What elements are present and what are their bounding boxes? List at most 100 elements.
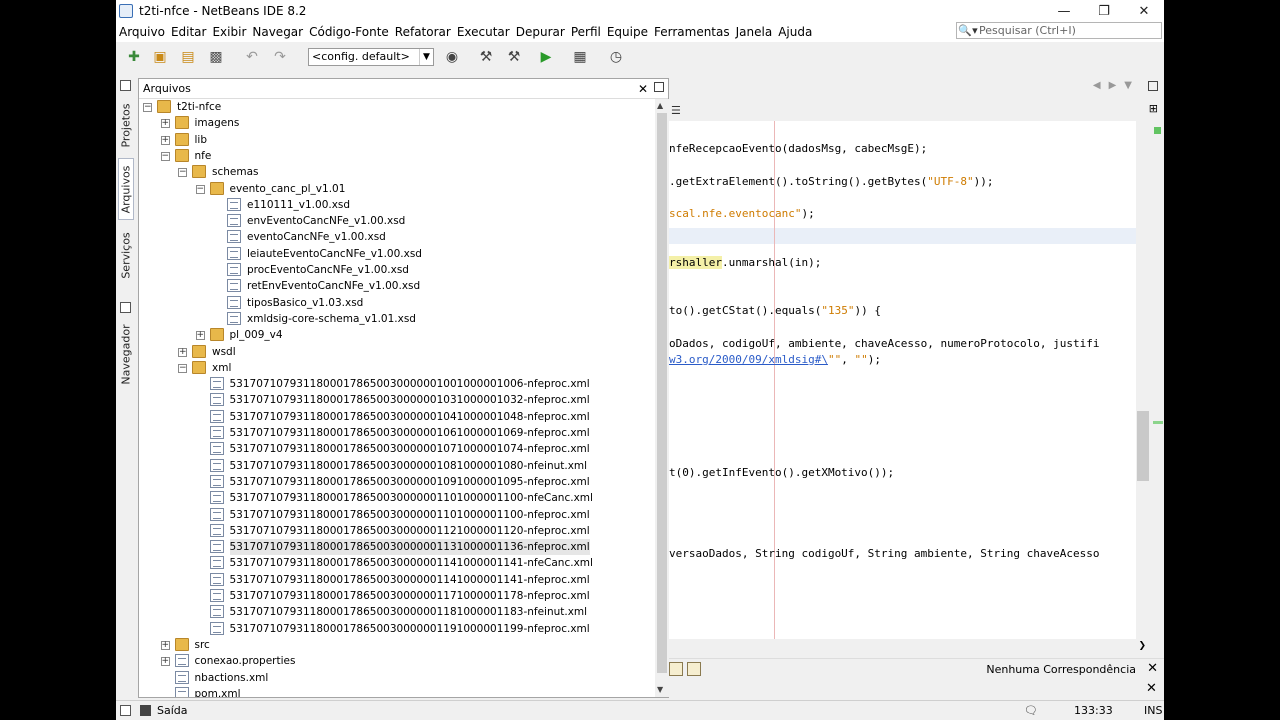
profile-icon[interactable]: ◷ bbox=[606, 47, 626, 67]
tree-file[interactable]: 5317071079311800017865003000000114100000… bbox=[139, 555, 654, 571]
tree-folder[interactable]: + wsdl bbox=[139, 344, 654, 360]
tree-file[interactable]: 5317071079311800017865003000000108100000… bbox=[139, 458, 654, 474]
menu-ajuda[interactable]: Ajuda bbox=[775, 25, 815, 39]
tree-folder[interactable]: + lib bbox=[139, 132, 654, 148]
tree-file[interactable]: 5317071079311800017865003000000117100000… bbox=[139, 588, 654, 604]
save-all-icon[interactable]: ▩ bbox=[206, 47, 226, 67]
editor-scrollbar-thumb[interactable] bbox=[1137, 411, 1149, 481]
clean-build-icon[interactable]: ⚒ bbox=[504, 47, 524, 67]
collapse-icon[interactable]: − bbox=[160, 151, 170, 161]
tree-file[interactable]: 5317071079311800017865003000000119100000… bbox=[139, 621, 654, 637]
tree-folder[interactable]: + imagens bbox=[139, 115, 654, 131]
menu-equipe[interactable]: Equipe bbox=[604, 25, 651, 39]
tree-file[interactable]: 5317071079311800017865003000000118100000… bbox=[139, 604, 654, 620]
code-line[interactable]: to().getCStat().equals("135")) { bbox=[669, 303, 881, 319]
debug-icon[interactable]: ▦ bbox=[570, 47, 590, 67]
tree-file[interactable]: tiposBasico_v1.03.xsd bbox=[139, 295, 654, 311]
tree-file[interactable]: nbactions.xml bbox=[139, 670, 654, 686]
build-hammer-icon[interactable]: ⚒ bbox=[476, 47, 496, 67]
menu-janela[interactable]: Janela bbox=[733, 25, 776, 39]
close-button[interactable]: ✕ bbox=[1124, 0, 1164, 22]
menu-arquivo[interactable]: Arquivo bbox=[116, 25, 168, 39]
code-line[interactable]: w3.org/2000/09/xmldsig#\"", ""); bbox=[669, 352, 881, 368]
menu-ferramentas[interactable]: Ferramentas bbox=[651, 25, 733, 39]
tree-file[interactable]: + conexao.properties bbox=[139, 653, 654, 669]
tab-arquivos[interactable]: Arquivos bbox=[118, 158, 134, 220]
expand-icon[interactable]: + bbox=[160, 119, 170, 129]
tree-folder[interactable]: + src bbox=[139, 637, 654, 653]
menu-exibir[interactable]: Exibir bbox=[209, 25, 249, 39]
tree-project[interactable]: − t2ti-nfce bbox=[139, 99, 654, 115]
maximize-icon[interactable] bbox=[654, 82, 664, 92]
restore-button[interactable]: ❐ bbox=[1084, 0, 1124, 22]
menu-codigo-fonte[interactable]: Código-Fonte bbox=[306, 25, 392, 39]
toolbar-list-icon[interactable]: ☰ bbox=[671, 104, 681, 117]
tree-file[interactable]: xmldsig-core-schema_v1.01.xsd bbox=[139, 311, 654, 327]
new-project-icon[interactable]: ▣ bbox=[150, 47, 170, 67]
code-line[interactable]: rshaller.unmarshal(in); bbox=[669, 255, 821, 271]
tree-file[interactable]: 5317071079311800017865003000000113100000… bbox=[139, 539, 654, 556]
tree-file[interactable]: pom.xml bbox=[139, 686, 654, 697]
collapse-icon[interactable]: − bbox=[143, 103, 152, 112]
tree-file[interactable]: 5317071079311800017865003000000114100000… bbox=[139, 572, 654, 588]
notification-icon[interactable]: 🗨 bbox=[1024, 704, 1038, 717]
scroll-up-icon[interactable]: ▲ bbox=[657, 101, 663, 110]
maximize-icon[interactable] bbox=[1148, 81, 1158, 91]
menu-perfil[interactable]: Perfil bbox=[568, 25, 604, 39]
tree-folder[interactable]: − schemas bbox=[139, 164, 654, 180]
find-option-icon[interactable] bbox=[669, 662, 683, 676]
editor-horizontal-scrollbar[interactable]: ❯ bbox=[669, 640, 1150, 654]
collapse-icon[interactable]: − bbox=[178, 168, 187, 178]
tree-file[interactable]: envEventoCancNFe_v1.00.xsd bbox=[139, 213, 654, 229]
collapse-icon[interactable]: − bbox=[178, 363, 187, 373]
close-output-icon[interactable]: ✕ bbox=[1146, 681, 1157, 696]
code-line[interactable]: t(0).getInfEvento().getXMotivo()); bbox=[669, 465, 894, 481]
tab-projetos[interactable]: Projetos bbox=[118, 96, 134, 154]
tree-folder[interactable]: + pl_009_v4 bbox=[139, 327, 654, 343]
menu-refatorar[interactable]: Refatorar bbox=[392, 25, 454, 39]
menu-executar[interactable]: Executar bbox=[454, 25, 513, 39]
tree-file[interactable]: leiauteEventoCancNFe_v1.00.xsd bbox=[139, 246, 654, 262]
new-file-icon[interactable]: ✚ bbox=[124, 47, 144, 67]
code-editor[interactable]: nfeRecepcaoEvento(dadosMsg, cabecMsgE);.… bbox=[669, 121, 1136, 639]
code-line[interactable]: versaoDados, String codigoUf, String amb… bbox=[669, 546, 1099, 562]
tree-file[interactable]: 5317071079311800017865003000000106100000… bbox=[139, 425, 654, 441]
redo-icon[interactable]: ↷ bbox=[270, 47, 290, 67]
minimize-button[interactable]: — bbox=[1044, 0, 1084, 22]
tree-file[interactable]: 5317071079311800017865003000000112100000… bbox=[139, 523, 654, 539]
tree-file[interactable]: e110111_v1.00.xsd bbox=[139, 197, 654, 213]
scrollbar-thumb[interactable] bbox=[657, 113, 667, 673]
close-find-icon[interactable]: ✕ bbox=[1147, 661, 1158, 676]
menu-depurar[interactable]: Depurar bbox=[513, 25, 568, 39]
code-line[interactable]: scal.nfe.eventocanc"); bbox=[669, 206, 815, 222]
expand-icon[interactable]: + bbox=[195, 331, 205, 341]
menu-navegar[interactable]: Navegar bbox=[249, 25, 306, 39]
globe-icon[interactable]: ◉ bbox=[442, 47, 462, 67]
search-box[interactable]: 🔍▾ Pesquisar (Ctrl+I) bbox=[956, 22, 1162, 39]
code-line[interactable]: .getExtraElement().toString().getBytes("… bbox=[669, 174, 994, 190]
tree-file[interactable]: retEnvEventoCancNFe_v1.00.xsd bbox=[139, 278, 654, 294]
menu-editar[interactable]: Editar bbox=[168, 25, 210, 39]
find-option-icon-2[interactable] bbox=[687, 662, 701, 676]
tab-navegador[interactable]: Navegador bbox=[118, 318, 134, 390]
tree-folder[interactable]: − xml bbox=[139, 360, 654, 376]
tree-file[interactable]: 5317071079311800017865003000000110100000… bbox=[139, 507, 654, 523]
tree-file[interactable]: eventoCancNFe_v1.00.xsd bbox=[139, 229, 654, 245]
tree-folder[interactable]: − evento_canc_pl_v1.01 bbox=[139, 181, 654, 197]
tree-file[interactable]: 5317071079311800017865003000000104100000… bbox=[139, 409, 654, 425]
tree-file[interactable]: 5317071079311800017865003000000109100000… bbox=[139, 474, 654, 490]
run-icon[interactable]: ▶ bbox=[536, 47, 556, 67]
open-project-icon[interactable]: ▤ bbox=[178, 47, 198, 67]
tab-servicos[interactable]: Serviços bbox=[118, 226, 134, 284]
code-line[interactable]: oDados, codigoUf, ambiente, chaveAcesso,… bbox=[669, 336, 1099, 352]
editor-vertical-scrollbar[interactable] bbox=[1136, 121, 1150, 639]
tree-file[interactable]: procEventoCancNFe_v1.00.xsd bbox=[139, 262, 654, 278]
restore-window-icon-2[interactable] bbox=[120, 302, 131, 313]
code-line[interactable]: nfeRecepcaoEvento(dadosMsg, cabecMsgE); bbox=[669, 141, 927, 157]
config-select[interactable]: <config. default> ▼ bbox=[308, 48, 434, 66]
expand-icon[interactable]: + bbox=[178, 347, 187, 357]
occurrence-mark[interactable] bbox=[1153, 421, 1163, 424]
collapse-icon[interactable]: − bbox=[195, 184, 205, 194]
scroll-right-icon[interactable]: ❯ bbox=[1138, 641, 1146, 651]
tree-file[interactable]: 5317071079311800017865003000000100100000… bbox=[139, 376, 654, 392]
